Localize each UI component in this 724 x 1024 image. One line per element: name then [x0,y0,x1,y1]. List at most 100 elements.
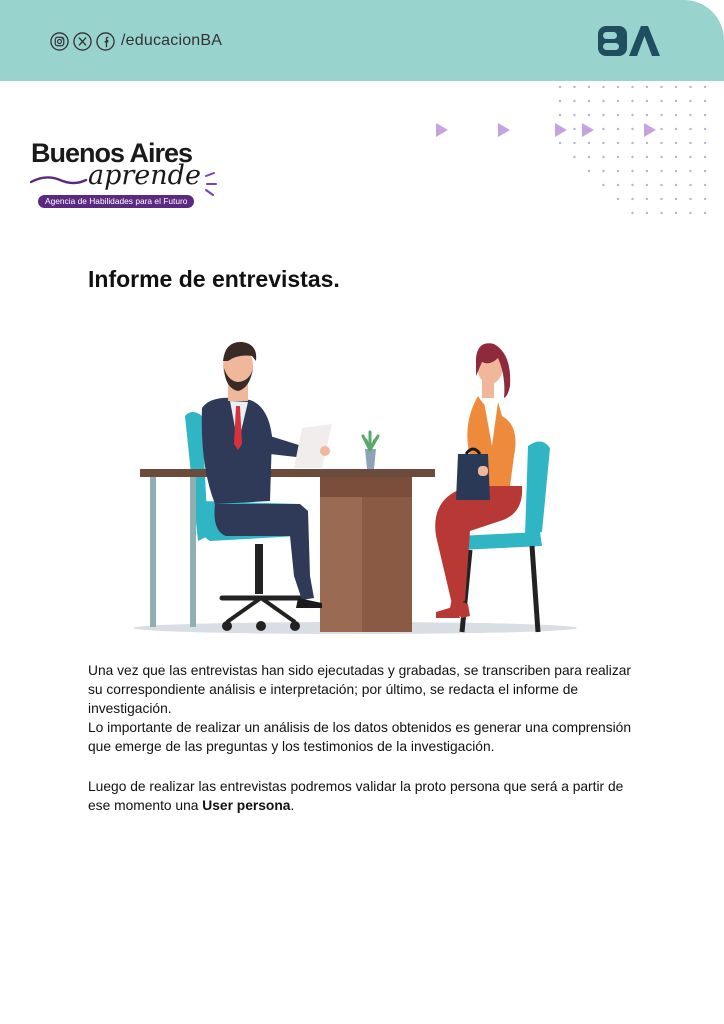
dot [631,85,634,89]
dot [674,127,678,131]
dot [660,211,663,215]
facebook-icon[interactable] [96,31,115,51]
dot [645,211,649,215]
dot [674,197,678,201]
dot [674,155,678,159]
document-title: Informe de entrevistas. [88,266,340,292]
dot [689,99,692,103]
dot [616,141,620,145]
dot [631,183,634,187]
dot [573,113,576,117]
paragraph-3-end: . [290,798,295,813]
dot [660,141,663,145]
dot [674,113,678,117]
dot [703,211,707,215]
dot [631,211,634,215]
dot [660,169,663,173]
dot [587,99,591,103]
dot [660,99,663,103]
dot [602,155,605,159]
dot [674,211,678,215]
dot [660,183,663,187]
dot [587,169,591,173]
paragraph-2: Lo importante de realizar un análisis de… [88,720,632,754]
dot [689,127,692,131]
dot [645,169,649,173]
dot [689,169,692,173]
social-links: /educacionBA [50,30,222,52]
x-icon[interactable] [73,31,92,51]
dot [573,85,576,89]
ba-logo [598,26,660,56]
dot [631,141,634,145]
dot [703,155,707,159]
dot [703,141,707,145]
dot [645,183,649,187]
instagram-icon[interactable] [50,31,69,51]
brand-script: aprende [88,160,201,191]
dot [674,85,678,89]
dot [602,85,605,89]
dot [631,155,634,159]
dot [602,141,605,145]
dot [660,113,663,117]
dot [645,113,649,117]
dot [573,141,576,145]
dot [703,197,707,201]
dot [616,169,620,173]
interview-illustration [133,341,577,634]
dot [616,113,620,117]
dot [689,113,692,117]
dot [645,85,649,89]
dot [645,141,649,145]
dot [703,85,707,89]
dot [689,197,692,201]
dot [703,99,707,103]
page-header: /educacionBA [0,0,724,81]
dot [674,141,678,145]
dot [660,155,663,159]
dot [689,183,692,187]
paragraph-3: Luego de realizar las entrevistas podrem… [88,777,648,815]
dot [616,197,620,201]
dot [616,85,620,89]
dot [689,85,692,89]
dot [602,183,605,187]
buenos-aires-aprende-logo: Buenos Aires aprende Agencia de Habilida… [28,138,228,212]
dot [631,197,634,201]
dot [703,169,707,173]
dot [573,155,576,159]
dot [645,155,649,159]
social-handle[interactable]: /educacionBA [121,32,222,50]
paragraph-3-text: Luego de realizar las entrevistas podrem… [88,779,624,813]
dot [689,141,692,145]
dot-pattern [558,85,707,215]
dot [616,99,620,103]
dot [660,85,663,89]
paragraph-1: Una vez que las entrevistas han sido eje… [88,663,631,716]
dot [573,99,576,103]
dot [689,211,692,215]
dot [660,127,663,131]
dot [616,183,620,187]
dot [631,169,634,173]
dot [631,99,634,103]
dot [674,183,678,187]
dot [587,141,591,145]
dot [703,127,707,131]
dot [616,155,620,159]
dot [587,113,591,117]
dot [558,141,562,145]
dot [631,113,634,117]
dot [689,155,692,159]
brand-tagline: Agencia de Habilidades para el Futuro [38,195,195,208]
dot [602,169,605,173]
dot [558,85,562,89]
dot [674,169,678,173]
dot [660,197,663,201]
dot [558,99,562,103]
dot [645,99,649,103]
dot [558,113,562,117]
decorative-arrows [436,123,656,137]
dot [587,155,591,159]
